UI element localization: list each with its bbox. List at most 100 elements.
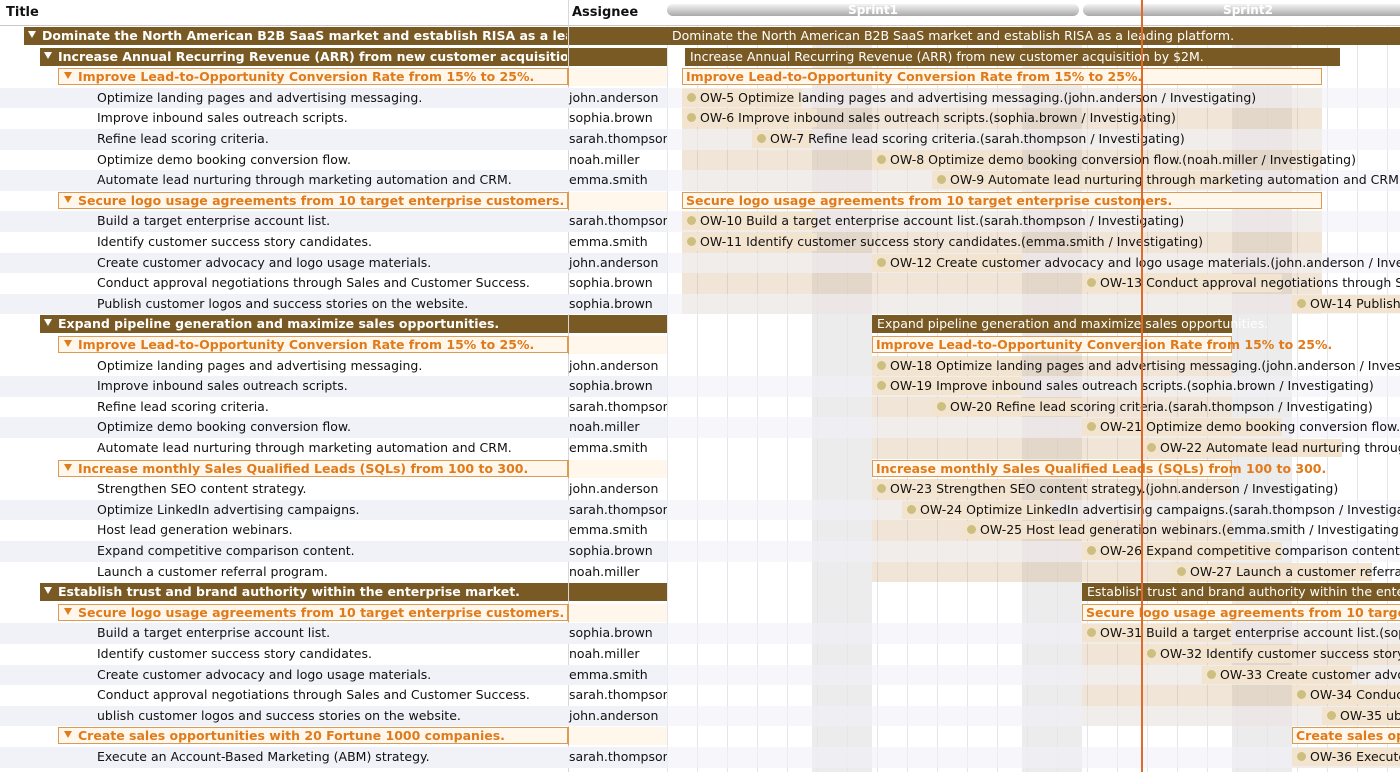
collapse-arrow-icon[interactable] bbox=[64, 463, 72, 471]
task-row[interactable]: Execute an Account-Based Marketing (ABM)… bbox=[0, 747, 667, 768]
assignee-cell[interactable]: sophia.brown bbox=[569, 376, 653, 396]
task-row[interactable]: Launch a customer referral program. noah.… bbox=[0, 562, 667, 583]
task-row[interactable]: Refine lead scoring criteria. sarah.thomp… bbox=[0, 397, 667, 418]
objective-row[interactable]: Expand pipeline generation and maximize … bbox=[0, 314, 667, 335]
objective-row[interactable]: Increase Annual Recurring Revenue (ARR) … bbox=[0, 47, 667, 68]
key-result-timeline-bar[interactable]: Secure logo usage agreements from 10 tar… bbox=[1082, 603, 1400, 621]
task-label: OW-9 Automate lead nurturing through mar… bbox=[950, 172, 1400, 188]
assignee-cell[interactable]: noah.miller bbox=[569, 562, 640, 582]
task-row[interactable]: Optimize landing pages and advertising m… bbox=[0, 356, 667, 377]
collapse-arrow-icon[interactable] bbox=[64, 607, 72, 615]
collapse-arrow-icon[interactable] bbox=[44, 319, 52, 327]
assignee-cell[interactable]: emma.smith bbox=[569, 665, 648, 685]
sprint-1-bar[interactable]: Sprint1 bbox=[667, 4, 1079, 16]
key-result-timeline-bar[interactable]: Improve Lead-to-Opportunity Conversion R… bbox=[682, 68, 1322, 86]
collapse-arrow-icon[interactable] bbox=[28, 31, 36, 38]
task-row[interactable]: Publish customer logos and success stori… bbox=[0, 294, 667, 315]
task-row[interactable]: Optimize landing pages and advertising m… bbox=[0, 88, 667, 109]
objective-row[interactable]: Dominate the North American B2B SaaS mar… bbox=[0, 26, 667, 47]
sprint-2-bar[interactable]: Sprint2 bbox=[1083, 4, 1400, 16]
collapse-arrow-icon[interactable] bbox=[64, 731, 72, 739]
group-timeline-bar[interactable]: Expand pipeline generation and maximize … bbox=[872, 315, 1268, 334]
assignee-cell[interactable]: sophia.brown bbox=[569, 623, 653, 643]
assignee-cell[interactable]: emma.smith bbox=[569, 170, 648, 190]
assignee-cell[interactable]: sarah.thompson bbox=[569, 397, 667, 417]
assignee-cell[interactable]: sarah.thompson bbox=[569, 500, 667, 520]
key-result-row[interactable]: Improve Lead-to-Opportunity Conversion R… bbox=[0, 67, 667, 88]
key-result-row[interactable]: Secure logo usage agreements from 10 tar… bbox=[0, 191, 667, 212]
assignee-cell[interactable]: sophia.brown bbox=[569, 108, 653, 128]
row-title-text: Create sales opportunities with 20 Fortu… bbox=[78, 728, 505, 744]
task-label: OW-13 Conduct approval negotiations thro… bbox=[1100, 275, 1400, 291]
assignee-cell[interactable]: sophia.brown bbox=[569, 294, 653, 314]
assignee-cell[interactable]: emma.smith bbox=[569, 438, 648, 458]
key-result-row[interactable]: Improve Lead-to-Opportunity Conversion R… bbox=[0, 335, 667, 356]
assignee-cell[interactable]: noah.miller bbox=[569, 417, 640, 437]
assignee-cell[interactable]: noah.miller bbox=[569, 644, 640, 664]
task-row[interactable]: Optimize demo booking conversion flow. no… bbox=[0, 417, 667, 438]
task-row[interactable]: ublish customer logos and success storie… bbox=[0, 706, 667, 727]
assignee-cell[interactable]: sarah.thompson bbox=[569, 747, 667, 767]
group-timeline-bar[interactable]: Establish trust and brand authority with… bbox=[1082, 583, 1400, 602]
assignee-cell[interactable]: john.anderson bbox=[569, 356, 658, 376]
task-label: OW-20 Refine lead scoring criteria.(sara… bbox=[950, 398, 1373, 414]
row-title: Secure logo usage agreements from 10 tar… bbox=[64, 603, 567, 623]
task-row[interactable]: Refine lead scoring criteria. sarah.thomp… bbox=[0, 129, 667, 150]
assignee-cell[interactable]: john.anderson bbox=[569, 253, 658, 273]
collapse-arrow-icon[interactable] bbox=[44, 51, 52, 59]
task-row[interactable]: Create customer advocacy and logo usage … bbox=[0, 665, 667, 686]
key-result-timeline-bar[interactable]: Create sales oppor bbox=[1292, 727, 1400, 745]
task-row[interactable]: Conduct approval negotiations through Sa… bbox=[0, 685, 667, 706]
task-row[interactable]: Strengthen SEO content strategy. john.and… bbox=[0, 479, 667, 500]
collapse-arrow-icon[interactable] bbox=[44, 587, 52, 595]
key-result-row[interactable]: Create sales opportunities with 20 Fortu… bbox=[0, 726, 667, 747]
assignee-cell[interactable]: sarah.thompson bbox=[569, 685, 667, 705]
task-row[interactable]: Identify customer success story candidat… bbox=[0, 232, 667, 253]
row-title: Publish customer logos and success stori… bbox=[97, 294, 567, 314]
task-tree-panel: Title Assignee Dominate the North Americ… bbox=[0, 0, 667, 772]
task-row[interactable]: Build a target enterprise account list. s… bbox=[0, 623, 667, 644]
assignee-cell[interactable]: sarah.thompson bbox=[569, 211, 667, 231]
key-result-row[interactable]: Increase monthly Sales Qualified Leads (… bbox=[0, 459, 667, 480]
assignee-cell[interactable]: sarah.thompson bbox=[569, 129, 667, 149]
task-row[interactable]: Build a target enterprise account list. s… bbox=[0, 211, 667, 232]
assignee-cell[interactable]: emma.smith bbox=[569, 232, 648, 252]
task-row[interactable]: Automate lead nurturing through marketin… bbox=[0, 170, 667, 191]
row-title-text: Refine lead scoring criteria. bbox=[97, 131, 269, 146]
collapse-arrow-icon[interactable] bbox=[64, 72, 72, 80]
task-row[interactable]: Identify customer success story candidat… bbox=[0, 644, 667, 665]
task-row[interactable]: Improve inbound sales outreach scripts. s… bbox=[0, 108, 667, 129]
assignee-cell[interactable]: sophia.brown bbox=[569, 541, 653, 561]
assignee-column-header[interactable]: Assignee bbox=[572, 0, 638, 25]
task-row[interactable]: Host lead generation webinars. emma.smith bbox=[0, 520, 667, 541]
task-label: OW-10 Build a target enterprise account … bbox=[700, 213, 1185, 229]
key-result-row[interactable]: Secure logo usage agreements from 10 tar… bbox=[0, 603, 667, 624]
assignee-cell[interactable]: sophia.brown bbox=[569, 273, 653, 293]
row-title-text: Optimize landing pages and advertising m… bbox=[97, 357, 423, 373]
task-row[interactable]: Expand competitive comparison content. so… bbox=[0, 541, 667, 562]
collapse-arrow-icon[interactable] bbox=[64, 195, 72, 203]
objective-row[interactable]: Establish trust and brand authority with… bbox=[0, 582, 667, 603]
task-row[interactable]: Optimize LinkedIn advertising campaigns.… bbox=[0, 500, 667, 521]
assignee-cell[interactable]: emma.smith bbox=[569, 520, 648, 540]
assignee-cell[interactable]: john.anderson bbox=[569, 479, 658, 499]
task-label: OW-11 Identify customer success story ca… bbox=[700, 234, 1204, 249]
group-timeline-bar[interactable]: Dominate the North American B2B SaaS mar… bbox=[667, 27, 1400, 45]
task-row[interactable]: Improve inbound sales outreach scripts. s… bbox=[0, 376, 667, 397]
assignee-cell[interactable]: noah.miller bbox=[569, 150, 640, 170]
key-result-timeline-bar[interactable]: Improve Lead-to-Opportunity Conversion R… bbox=[872, 336, 1332, 353]
title-column-header[interactable]: Title bbox=[6, 0, 39, 25]
assignee-cell[interactable]: john.anderson bbox=[569, 88, 658, 108]
task-row[interactable]: Conduct approval negotiations through Sa… bbox=[0, 273, 667, 294]
timeline-header: Sprint1 Sprint2 bbox=[667, 0, 1400, 26]
task-row[interactable]: Create customer advocacy and logo usage … bbox=[0, 253, 667, 274]
row-title-text: Increase Annual Recurring Revenue (ARR) … bbox=[58, 48, 567, 64]
key-result-timeline-bar[interactable]: Increase monthly Sales Qualified Leads (… bbox=[872, 459, 1326, 477]
task-row[interactable]: Optimize demo booking conversion flow. no… bbox=[0, 150, 667, 171]
key-result-timeline-bar[interactable]: Secure logo usage agreements from 10 tar… bbox=[682, 191, 1322, 209]
task-row[interactable]: Automate lead nurturing through marketin… bbox=[0, 438, 667, 459]
collapse-arrow-icon[interactable] bbox=[64, 340, 72, 347]
assignee-cell[interactable]: john.anderson bbox=[569, 706, 658, 726]
task-label: OW-23 Strengthen SEO content strategy.(j… bbox=[890, 481, 1339, 497]
group-timeline-bar[interactable]: Increase Annual Recurring Revenue (ARR) … bbox=[685, 47, 1340, 66]
